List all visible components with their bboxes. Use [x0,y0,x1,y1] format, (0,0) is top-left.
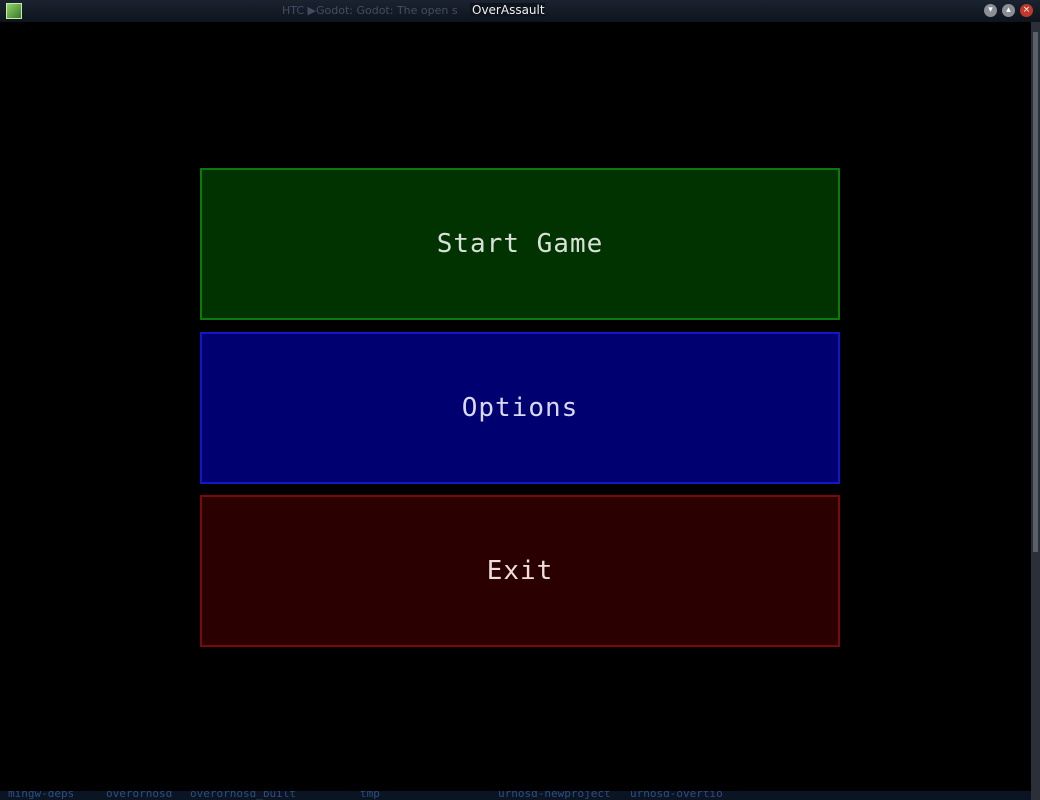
minimize-button[interactable]: ▾ [984,4,997,17]
exit-button[interactable]: Exit [200,495,840,647]
close-icon: × [1022,5,1031,15]
background-window-title: HTC ▶Godot: Godot: The open s [282,4,458,17]
background-label: overorhosd [106,791,173,800]
close-button[interactable]: × [1020,4,1033,17]
background-label: urhosd-overtio [630,791,723,800]
scrollbar-thumb [1033,32,1038,552]
background-label: tmp [360,791,380,800]
window-title: OverAssault [470,3,545,17]
maximize-button[interactable]: ▴ [1002,4,1015,17]
game-viewport: Start Game Options Exit [0,22,1031,791]
app-icon [6,3,22,19]
window-titlebar[interactable]: HTC ▶Godot: Godot: The open s OverAssaul… [0,0,1040,22]
background-label: urhosd-newproject [498,791,611,800]
chevron-down-icon: ▾ [988,5,993,15]
background-label: overorhosd_built [190,791,296,800]
background-scrollbar [1031,22,1040,800]
start-game-button[interactable]: Start Game [200,168,840,320]
background-file-list: mingw-deps overorhosd overorhosd_built t… [0,791,1031,800]
chevron-up-icon: ▴ [1006,5,1011,15]
background-label: mingw-deps [8,791,75,800]
options-button[interactable]: Options [200,332,840,484]
